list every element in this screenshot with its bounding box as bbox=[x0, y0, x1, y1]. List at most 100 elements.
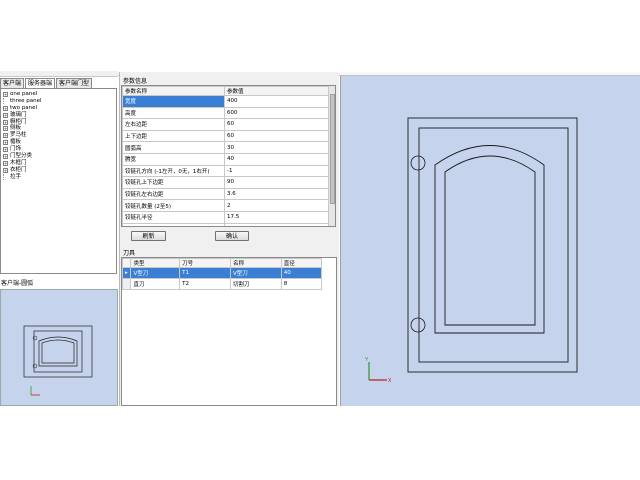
param-name-cell: 高度 bbox=[122, 106, 225, 120]
tool-row[interactable]: ▸ V型刀 T1 V型刀 40 bbox=[121, 267, 323, 279]
param-col-name-header: 参数名称 bbox=[122, 86, 225, 96]
param-row[interactable]: 铰链孔数量 (2至5) 2 bbox=[122, 199, 330, 212]
tree-node[interactable]: + 门型分类 bbox=[3, 153, 116, 160]
tool-num-cell: T2 bbox=[179, 278, 231, 290]
expand-icon[interactable]: + bbox=[3, 126, 8, 132]
param-row[interactable]: 铰链孔半径 17.5 bbox=[122, 210, 330, 224]
refresh-button[interactable]: 刷新 bbox=[131, 231, 166, 241]
param-col-value-header: 参数值 bbox=[224, 86, 330, 96]
door-drawing: Y X bbox=[365, 117, 578, 384]
tab-client[interactable]: 客户端 bbox=[0, 78, 25, 88]
tool-dia-cell: 8 bbox=[280, 278, 323, 290]
preview-title: 客户端-圆弧 bbox=[1, 280, 34, 287]
tool-group-title: 刀具 bbox=[123, 250, 136, 257]
axis-x-label: X bbox=[388, 378, 392, 384]
param-value-cell[interactable]: 400 bbox=[224, 95, 330, 108]
param-name-cell: 左右边距 bbox=[122, 118, 225, 131]
door-inner-frame bbox=[418, 127, 569, 363]
expand-icon[interactable]: + bbox=[3, 160, 8, 166]
tool-type-cell: V型刀 bbox=[130, 267, 181, 279]
tree-node-label: 拉手 bbox=[10, 173, 22, 180]
tool-type-cell: 直刀 bbox=[130, 278, 181, 290]
small-door-arch-outer bbox=[38, 336, 78, 367]
tree-line-icon bbox=[3, 98, 8, 105]
param-value-cell[interactable]: 30 bbox=[224, 141, 330, 154]
tab-server[interactable]: 服务器端 bbox=[25, 78, 56, 88]
expand-icon[interactable]: + bbox=[3, 91, 8, 97]
param-row[interactable]: 左右边距 60 bbox=[122, 118, 330, 131]
param-header-row: 参数名称 参数值 bbox=[122, 86, 330, 96]
expand-icon[interactable]: + bbox=[3, 153, 8, 159]
param-name-cell: 铰链孔方向 (-1左开，0无，1右开) bbox=[122, 164, 225, 178]
tool-col-num-header: 刀号 bbox=[179, 258, 231, 268]
door-arch-panel-outer bbox=[434, 145, 545, 334]
param-name-cell: 圆弧高 bbox=[122, 141, 225, 154]
expand-icon[interactable]: + bbox=[3, 133, 8, 139]
param-value-cell[interactable]: -1 bbox=[224, 164, 330, 178]
param-name-cell: 上下边距 bbox=[122, 129, 225, 143]
tree-node[interactable]: + one panel bbox=[3, 91, 116, 98]
small-hinge-hole-bottom bbox=[32, 363, 38, 369]
param-row[interactable]: 腾宽 40 bbox=[122, 152, 330, 166]
param-value-cell[interactable]: 60 bbox=[224, 118, 330, 131]
row-pointer-icon bbox=[121, 278, 132, 290]
tree-node[interactable]: 拉手 bbox=[3, 174, 116, 181]
tool-table: 类型 刀号 名称 直径 ▸ V型刀 T1 V型刀 40 直刀 T2 切割刀 8 bbox=[121, 258, 323, 290]
param-row[interactable]: 铰链孔方向 (-1左开，0无，1右开) -1 bbox=[122, 164, 330, 178]
param-row[interactable]: 圆弧高 30 bbox=[122, 141, 330, 154]
tree-node[interactable]: + two panel bbox=[3, 105, 116, 112]
param-value-cell[interactable]: 600 bbox=[224, 106, 330, 120]
hinge-hole-bottom bbox=[410, 317, 426, 333]
expand-icon[interactable]: + bbox=[3, 140, 8, 146]
tab-client-door-type[interactable]: 客户端门型 bbox=[56, 78, 93, 88]
small-door-arch-inner bbox=[41, 339, 75, 364]
drawing-canvas[interactable]: Y X bbox=[340, 76, 640, 406]
param-table: 参数名称 参数值 宽度 400 高度 600 左右边距 60 上下边距 60 圆弧高 30 腾宽 40… bbox=[122, 86, 330, 226]
confirm-button[interactable]: 确认 bbox=[215, 231, 249, 241]
param-value-cell[interactable]: 40 bbox=[224, 152, 330, 166]
param-value-cell[interactable]: 60 bbox=[224, 129, 330, 143]
tool-row[interactable]: 直刀 T2 切割刀 8 bbox=[121, 278, 323, 290]
param-name-cell: 是否打小孔 (0否，1是) bbox=[122, 222, 225, 226]
tool-header-row: 类型 刀号 名称 直径 bbox=[121, 258, 323, 268]
param-row[interactable]: 铰链孔左右边距 3.6 bbox=[122, 187, 330, 201]
tool-corner-header bbox=[121, 258, 132, 268]
tree-node[interactable]: + 门饰 bbox=[3, 146, 116, 153]
hinge-hole-top bbox=[410, 155, 426, 171]
param-row[interactable]: 宽度 400 bbox=[122, 95, 330, 108]
param-value-cell[interactable]: 90 bbox=[224, 176, 330, 189]
small-preview-canvas bbox=[0, 289, 118, 406]
param-grid: 参数名称 参数值 宽度 400 高度 600 左右边距 60 上下边距 60 圆弧高 30 腾宽 40… bbox=[121, 85, 336, 227]
tree-node[interactable]: + 玻璃门 bbox=[3, 112, 116, 119]
tree-node[interactable]: + 木框门 bbox=[3, 160, 116, 167]
param-scroll-thumb[interactable] bbox=[330, 94, 335, 204]
tree-node[interactable]: three panel bbox=[3, 98, 116, 105]
param-name-cell: 铰链孔数量 (2至5) bbox=[122, 199, 225, 212]
expand-icon[interactable]: + bbox=[3, 167, 8, 173]
door-type-tree: + one panel three panel + two panel + 玻璃门 + 橱柜门 +… bbox=[0, 88, 117, 274]
param-row[interactable]: 铰链孔上下边距 90 bbox=[122, 176, 330, 189]
tool-name-cell: 切割刀 bbox=[229, 278, 282, 290]
param-row[interactable]: 上下边距 60 bbox=[122, 129, 330, 143]
tool-name-cell: V型刀 bbox=[229, 267, 282, 279]
param-value-cell[interactable]: 17.5 bbox=[224, 210, 330, 224]
param-row[interactable]: 是否打小孔 (0否，1是)0 bbox=[122, 222, 330, 226]
tool-dia-cell: 40 bbox=[280, 267, 323, 279]
param-value-cell[interactable]: 2 bbox=[224, 199, 330, 212]
tree-node[interactable]: + 衣柜门 bbox=[3, 167, 116, 174]
tool-col-name-header: 名称 bbox=[229, 258, 282, 268]
param-name-cell: 宽度 bbox=[122, 95, 225, 108]
axis-y-label: Y bbox=[365, 357, 369, 363]
expand-icon[interactable]: + bbox=[3, 105, 8, 111]
expand-icon[interactable]: + bbox=[3, 119, 8, 125]
param-row[interactable]: 高度 600 bbox=[122, 106, 330, 120]
param-value-cell[interactable]: 3.6 bbox=[224, 187, 330, 201]
door-arch-panel-inner bbox=[444, 155, 536, 326]
param-value-cell[interactable]: 0 bbox=[224, 222, 330, 226]
param-scrollbar[interactable] bbox=[328, 86, 335, 226]
expand-icon[interactable]: + bbox=[3, 112, 8, 118]
small-door-drawing bbox=[23, 325, 93, 396]
expand-icon[interactable]: + bbox=[3, 147, 8, 153]
tool-grid: 类型 刀号 名称 直径 ▸ V型刀 T1 V型刀 40 直刀 T2 切割刀 8 bbox=[121, 257, 337, 406]
tree-line-icon bbox=[3, 174, 8, 181]
